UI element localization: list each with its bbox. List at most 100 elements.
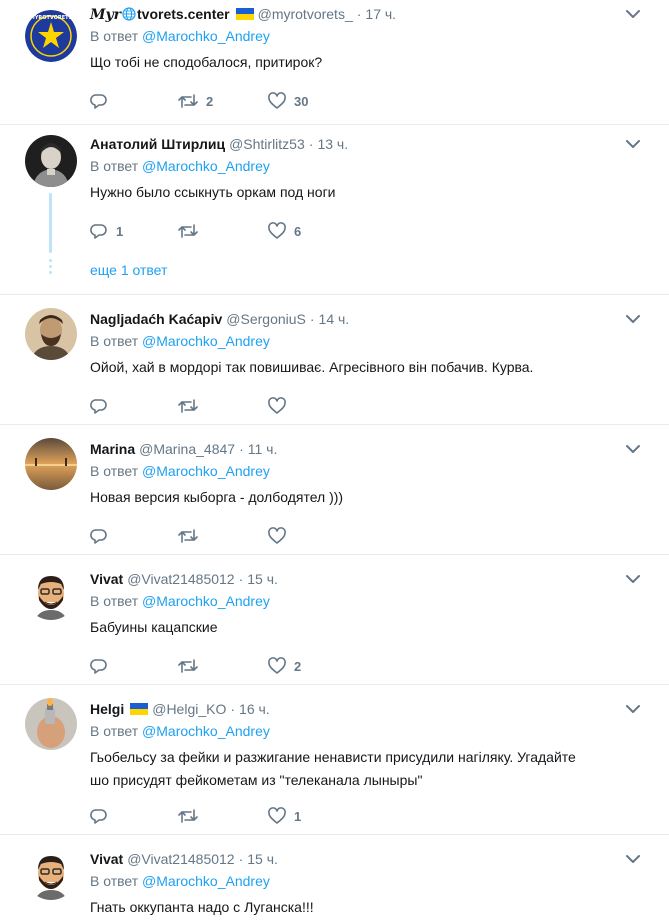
avatar-image (25, 438, 77, 490)
like-button[interactable] (268, 526, 294, 546)
reply-icon (90, 224, 107, 239)
mention-link[interactable]: @Marochko_Andrey (142, 723, 270, 739)
like-icon (268, 397, 286, 414)
handle[interactable]: @Helgi_KO (152, 699, 226, 719)
handle[interactable]: @SergoniuS (226, 309, 306, 329)
chevron-down-icon[interactable] (625, 441, 641, 457)
like-button[interactable]: 1 (268, 806, 301, 826)
like-icon (268, 657, 286, 674)
chevron-down-icon[interactable] (625, 571, 641, 587)
tweet-text: Ойой, хай в мордорі так повишиває. Агрес… (90, 359, 534, 375)
myrotvorets-logo: MYROTVORETS (25, 10, 77, 62)
show-more-replies-link[interactable]: еще 1 ответ (90, 262, 167, 278)
avatar-image (25, 848, 77, 900)
reply-button[interactable] (90, 396, 116, 416)
timestamp[interactable]: 13 ч. (317, 134, 348, 154)
tweet[interactable]: Vivat @Vivat21485012 · 15 ч. В ответ @Ma… (0, 555, 669, 685)
retweet-button[interactable] (178, 806, 206, 826)
timestamp[interactable]: 14 ч. (319, 309, 350, 329)
like-icon (268, 222, 286, 239)
reply-button[interactable] (90, 91, 116, 111)
tweet-text-line: Гьобельсу за фейки и разжигание ненавист… (90, 749, 576, 765)
timestamp[interactable]: 17 ч. (365, 4, 396, 24)
like-button[interactable]: 6 (268, 221, 301, 241)
like-button[interactable]: 2 (268, 656, 301, 676)
reply-button[interactable]: 1 (90, 221, 123, 241)
retweet-button[interactable] (178, 396, 206, 416)
handle[interactable]: @Vivat21485012 (127, 569, 234, 589)
retweet-icon (178, 809, 198, 823)
reply-icon (90, 659, 107, 674)
tweet-text: Нужно было ссыкнуть оркам под ноги (90, 184, 336, 200)
tweet[interactable]: MYROTVORETS Myr tvorets.center @myrotvore… (0, 0, 669, 125)
retweet-icon (178, 224, 198, 238)
tweet-text: Гьобельсу за фейки и разжигание ненавист… (90, 746, 669, 792)
tweet-text: Бабуины кацапские (90, 619, 218, 635)
avatar[interactable] (25, 308, 77, 360)
display-name[interactable]: Myr tvorets.center (90, 4, 230, 25)
handle[interactable]: @Shtirlitz53 (229, 134, 305, 154)
reply-context: В ответ @Marochko_Andrey (90, 873, 270, 889)
mention-link[interactable]: @Marochko_Andrey (142, 593, 270, 609)
avatar[interactable] (25, 698, 77, 750)
chevron-down-icon[interactable] (625, 311, 641, 327)
like-button[interactable] (268, 396, 294, 416)
handle[interactable]: @Vivat21485012 (127, 849, 234, 869)
tweet-text: Новая версия кыборга - долбодятел ))) (90, 489, 344, 505)
retweet-button[interactable]: 2 (178, 91, 213, 111)
display-name[interactable]: Marina (90, 439, 135, 459)
tweet[interactable]: Анатолий Штирлиц @Shtirlitz53 · 13 ч. В … (0, 125, 669, 295)
mention-link[interactable]: @Marochko_Andrey (142, 463, 270, 479)
display-name[interactable]: Анатолий Штирлиц (90, 134, 225, 154)
handle[interactable]: @Marina_4847 (139, 439, 235, 459)
like-button[interactable]: 30 (268, 91, 308, 111)
reply-button[interactable] (90, 656, 116, 676)
handle[interactable]: @myrotvorets_ (258, 4, 353, 24)
avatar[interactable] (25, 438, 77, 490)
reply-context: В ответ @Marochko_Andrey (90, 158, 270, 174)
chevron-down-icon[interactable] (625, 701, 641, 717)
like-icon (268, 527, 286, 544)
retweet-button[interactable] (178, 221, 206, 241)
like-icon (268, 92, 286, 109)
timestamp[interactable]: 15 ч. (247, 849, 278, 869)
avatar[interactable]: MYROTVORETS (25, 10, 77, 62)
mention-link[interactable]: @Marochko_Andrey (142, 158, 270, 174)
avatar[interactable] (25, 848, 77, 900)
retweet-button[interactable] (178, 656, 206, 676)
chevron-down-icon[interactable] (625, 6, 641, 22)
mention-link[interactable]: @Marochko_Andrey (142, 28, 270, 44)
avatar[interactable] (25, 568, 77, 620)
timestamp[interactable]: 11 ч. (248, 439, 278, 459)
display-name[interactable]: Helgi (90, 699, 124, 719)
reply-context: В ответ @Marochko_Andrey (90, 723, 270, 739)
tweet-text-line: шо присудят фейкометам из "телеканала лы… (90, 772, 423, 788)
retweet-button[interactable] (178, 526, 206, 546)
mention-link[interactable]: @Marochko_Andrey (142, 873, 270, 889)
svg-text:MYROTVORETS: MYROTVORETS (30, 15, 73, 21)
tweet[interactable]: Helgi @Helgi_KO · 16 ч. В ответ @Marochk… (0, 685, 669, 835)
reply-icon (90, 809, 107, 824)
avatar-image (25, 568, 77, 620)
display-name[interactable]: Nagljadaćh Kaćapiv (90, 309, 222, 329)
reply-context: В ответ @Marochko_Andrey (90, 463, 270, 479)
reply-context: В ответ @Marochko_Andrey (90, 333, 270, 349)
reply-button[interactable] (90, 526, 116, 546)
reply-context: В ответ @Marochko_Andrey (90, 593, 270, 609)
chevron-down-icon[interactable] (625, 851, 641, 867)
timestamp[interactable]: 16 ч. (239, 699, 270, 719)
display-name[interactable]: Vivat (90, 849, 123, 869)
tweet-text: Що тобі не сподобалося, притирок? (90, 54, 323, 70)
mention-link[interactable]: @Marochko_Andrey (142, 333, 270, 349)
tweet[interactable]: Nagljadaćh Kaćapiv @SergoniuS · 14 ч. В … (0, 295, 669, 425)
display-name[interactable]: Vivat (90, 569, 123, 589)
tweet-text: Гнать оккупанта надо с Луганска!!! (90, 899, 314, 915)
tweet[interactable]: Vivat @Vivat21485012 · 15 ч. В ответ @Ma… (0, 835, 669, 921)
chevron-down-icon[interactable] (625, 136, 641, 152)
replies-feed: MYROTVORETS Myr tvorets.center @myrotvore… (0, 0, 669, 921)
avatar-image (25, 698, 77, 750)
timestamp[interactable]: 15 ч. (247, 569, 278, 589)
tweet[interactable]: Marina @Marina_4847 · 11 ч. В ответ @Mar… (0, 425, 669, 555)
avatar[interactable] (25, 135, 77, 187)
reply-button[interactable] (90, 806, 116, 826)
